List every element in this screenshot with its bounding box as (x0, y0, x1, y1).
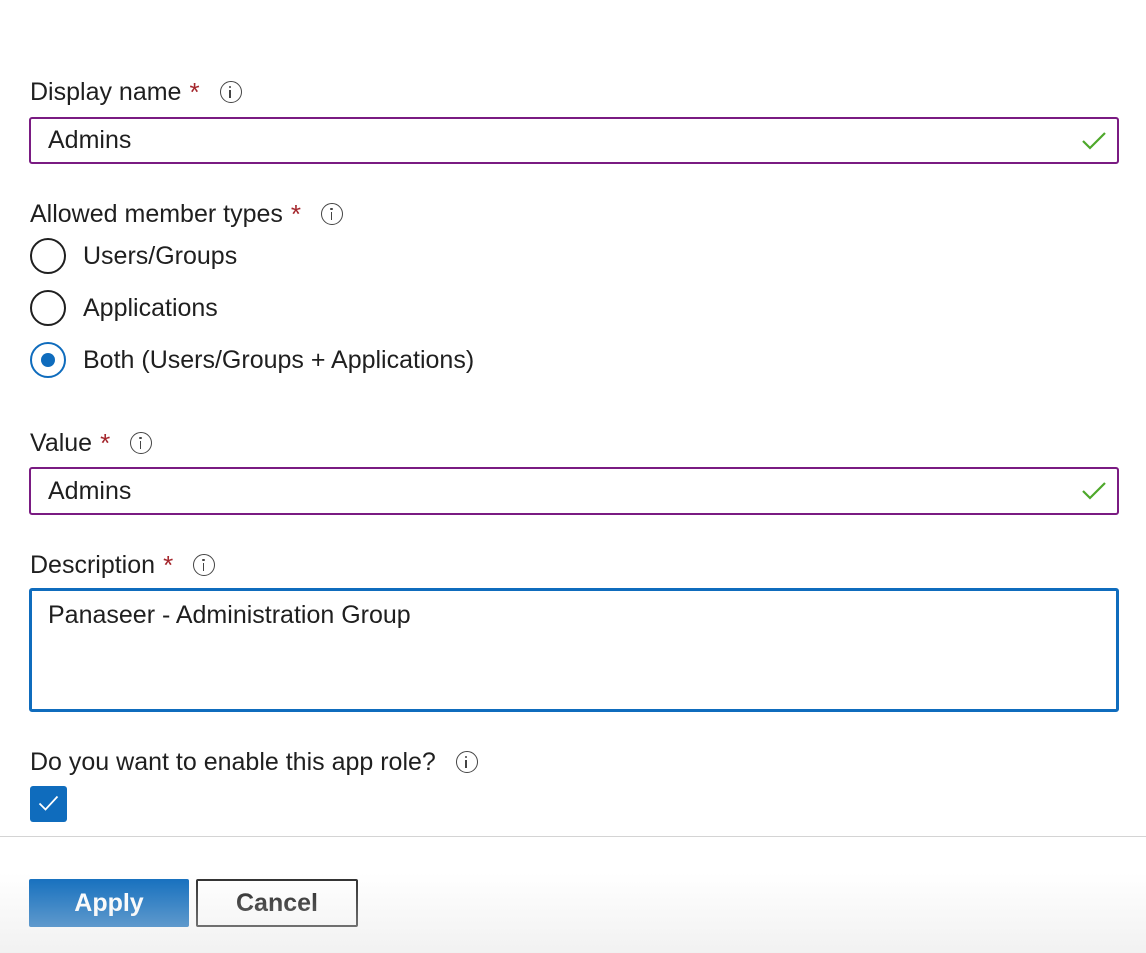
checkmark-icon (1082, 131, 1106, 150)
required-asterisk: * (163, 550, 174, 580)
enable-role-label-text: Do you want to enable this app role? (30, 748, 436, 776)
radio-button[interactable] (30, 290, 66, 326)
display-name-value: Admins (48, 126, 132, 154)
description-textarea[interactable]: Panaseer - Administration Group (29, 588, 1119, 712)
value-label-text: Value (30, 429, 93, 457)
apply-button[interactable]: Apply (29, 879, 189, 927)
member-types-label-text: Allowed member types (30, 200, 283, 228)
radio-option-applications[interactable]: Applications (30, 289, 218, 327)
value-label: Value * (30, 428, 153, 458)
value-input[interactable]: Admins (29, 467, 1119, 515)
radio-button-selected[interactable] (30, 342, 66, 378)
info-icon[interactable] (130, 432, 153, 454)
required-asterisk: * (100, 428, 111, 458)
checkmark-icon (1082, 482, 1106, 500)
radio-option-users-groups[interactable]: Users/Groups (30, 237, 237, 275)
display-name-label-text: Display name (30, 78, 182, 106)
info-icon[interactable] (193, 554, 216, 576)
radio-label: Both (Users/Groups + Applications) (83, 345, 475, 374)
required-asterisk: * (189, 77, 200, 107)
display-name-label: Display name * (30, 77, 242, 107)
enable-role-checkbox[interactable] (30, 786, 67, 822)
radio-label: Applications (83, 293, 218, 322)
info-icon[interactable] (219, 81, 242, 103)
radio-button[interactable] (30, 238, 66, 274)
required-asterisk: * (290, 199, 302, 229)
display-name-input[interactable]: Admins (29, 117, 1119, 164)
info-icon[interactable] (455, 751, 478, 773)
checkmark-icon (38, 795, 59, 811)
radio-option-both[interactable]: Both (Users/Groups + Applications) (30, 341, 474, 379)
enable-role-label: Do you want to enable this app role? (30, 747, 478, 777)
description-value: Panaseer - Administration Group (48, 601, 411, 629)
description-label-text: Description (30, 551, 156, 579)
footer-divider (0, 836, 1146, 837)
value-field-value: Admins (48, 476, 132, 505)
cancel-button[interactable]: Cancel (196, 879, 358, 927)
info-icon[interactable] (321, 203, 344, 225)
radio-label: Users/Groups (83, 241, 238, 270)
description-label: Description * (30, 550, 216, 580)
member-types-label: Allowed member types * (30, 199, 344, 229)
